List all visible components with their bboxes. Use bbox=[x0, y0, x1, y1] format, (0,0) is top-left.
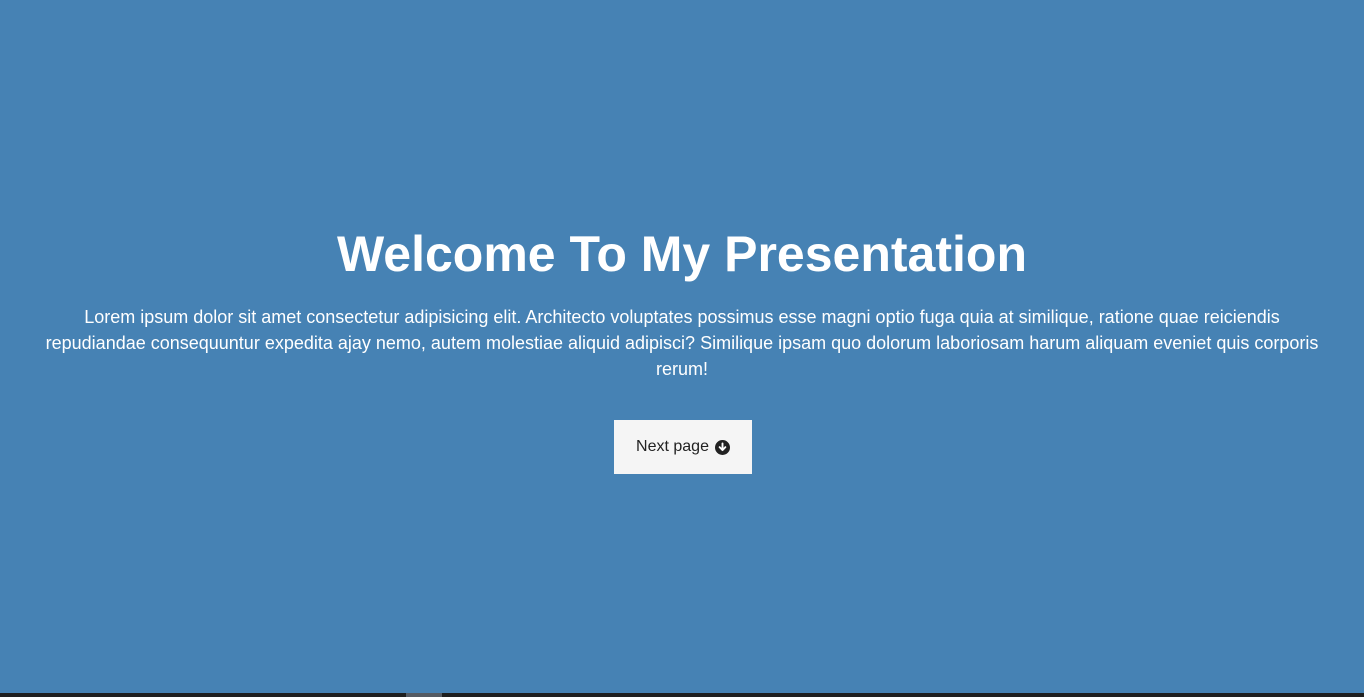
hero-section: Welcome To My Presentation Lorem ipsum d… bbox=[0, 0, 1364, 693]
horizontal-scrollbar[interactable] bbox=[0, 693, 1364, 697]
next-page-button[interactable]: Next page bbox=[614, 420, 752, 474]
page-title: Welcome To My Presentation bbox=[337, 226, 1027, 282]
arrow-circle-down-icon bbox=[714, 439, 730, 455]
scrollbar-thumb[interactable] bbox=[406, 693, 442, 697]
intro-paragraph: Lorem ipsum dolor sit amet consectetur a… bbox=[45, 307, 1319, 379]
next-page-label: Next page bbox=[636, 438, 709, 455]
